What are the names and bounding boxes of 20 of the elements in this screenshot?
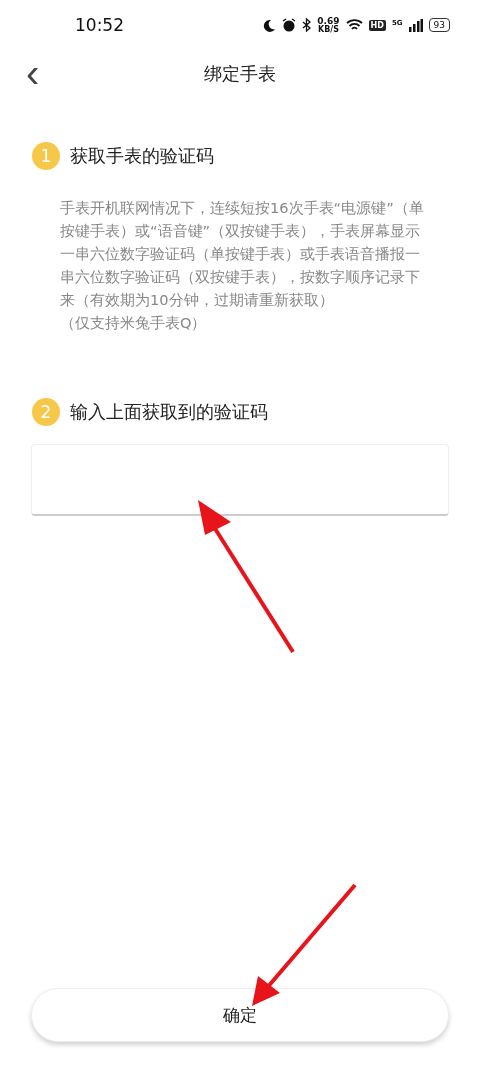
back-button[interactable]: ‹: [20, 54, 46, 92]
support-note: （仅支持米兔手表Q）: [59, 313, 208, 333]
step-number: 1: [32, 142, 60, 170]
bluetooth-icon: [302, 18, 312, 32]
page-title: 绑定手表: [204, 62, 276, 86]
step-title: 输入上面获取到的验证码: [70, 400, 268, 424]
alarm-icon: [282, 18, 297, 32]
moon-icon: [263, 18, 277, 32]
wifi-icon: [345, 18, 363, 32]
speed-unit: KB/S: [317, 25, 339, 34]
hd-badge: HD: [368, 19, 386, 31]
step-number: 2: [32, 398, 60, 426]
signal-icon: [408, 18, 423, 32]
network-speed: 0.69: [317, 16, 340, 26]
step-title: 获取手表的验证码: [70, 144, 214, 168]
status-time: 10:52: [75, 15, 124, 35]
code-input-field[interactable]: [31, 444, 449, 516]
confirm-button[interactable]: 确定: [31, 988, 449, 1042]
battery-level: 93: [428, 18, 450, 32]
instruction-text: 手表开机联网情况下，连续短按16次手表“电源键”（单按键手表）或“语音键”（双按键手表），手表屏幕显示一串六位数字验证码（单按键手表）或手表语音播报一串六位数字验证码（双按键手表），按数字顺序记录下来（有效期为10分钟，过期请重新获取）: [59, 198, 425, 310]
